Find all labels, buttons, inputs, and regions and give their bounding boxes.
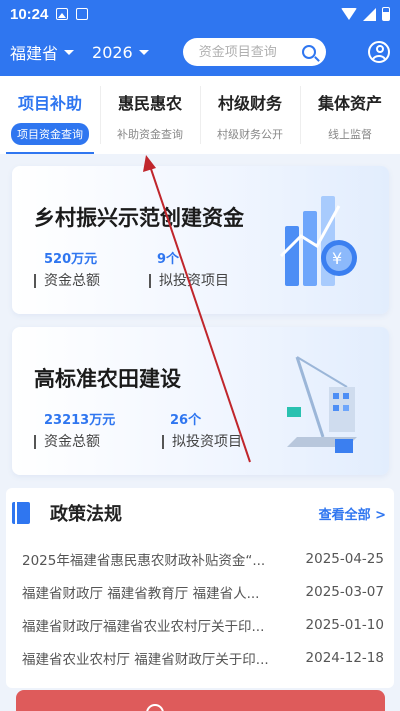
finance-chart-illustration-icon: ¥ <box>279 196 357 286</box>
policy-item-text: 2025年福建省惠民惠农财政补贴资金“... <box>22 552 266 569</box>
tab-project-subsidy[interactable]: 项目补助 项目资金查询 <box>0 76 100 154</box>
list-item[interactable]: 福建省农业农村厅 福建省财政厅关于印... 2024-12-18 <box>6 641 394 674</box>
tab-label: 村级财务 <box>217 94 282 113</box>
signal-icon <box>363 7 376 21</box>
tab-sublabel: 线上监督 <box>328 128 372 141</box>
tab-label: 惠民惠农 <box>117 94 182 113</box>
status-bar: 10:24 <box>0 0 400 28</box>
tab-sublabel: 村级财务公开 <box>217 128 283 141</box>
app-header: 福建省 2026 <box>0 28 400 76</box>
fund-card-rural-revitalization[interactable]: 乡村振兴示范创建资金 520万元 9个 资金总额 拟投资项目 ¥ <box>12 166 389 314</box>
policy-item-date: 2025-04-25 <box>305 550 384 567</box>
card-amount-label: 资金总额 <box>34 435 100 449</box>
chevron-down-icon <box>64 49 75 55</box>
gallery-notification-icon <box>56 8 69 20</box>
policy-list: 2025年福建省惠民惠农财政补贴资金“... 2025-04-25 福建省财政厅… <box>6 542 394 674</box>
search-icon[interactable] <box>301 45 316 59</box>
tab-collective-assets[interactable]: 集体资产 线上监督 <box>300 76 400 154</box>
card-count-label: 拟投资项目 <box>149 274 229 288</box>
card-amount-label: 资金总额 <box>34 274 100 288</box>
list-item[interactable]: 2025年福建省惠民惠农财政补贴资金“... 2025-04-25 <box>6 542 394 575</box>
tab-label: 项目补助 <box>17 94 82 113</box>
list-item[interactable]: 福建省财政厅 福建省教育厅 福建省人... 2025-03-07 <box>6 575 394 608</box>
card-title: 乡村振兴示范创建资金 <box>34 206 244 230</box>
chevron-down-icon <box>138 49 149 55</box>
search-box[interactable] <box>182 38 326 66</box>
tab-village-finance[interactable]: 村级财务 村级财务公开 <box>200 76 300 154</box>
tab-label: 集体资产 <box>317 94 382 113</box>
tab-sublabel: 补助资金查询 <box>117 128 183 141</box>
policy-item-date: 2024-12-18 <box>305 649 384 666</box>
wifi-icon <box>341 8 357 20</box>
battery-icon <box>382 7 390 21</box>
year-label: 2026 <box>92 42 133 62</box>
category-tabs: 项目补助 项目资金查询 惠民惠农 补助资金查询 村级财务 村级财务公开 集体资产… <box>0 76 400 154</box>
fund-card-farmland[interactable]: 高标准农田建设 23213万元 26个 资金总额 拟投资项目 <box>12 327 389 475</box>
list-item[interactable]: 福建省财政厅福建省农业农村厅关于印... 2025-01-10 <box>6 608 394 641</box>
status-time: 10:24 <box>10 5 49 23</box>
policy-item-text: 福建省农业农村厅 福建省财政厅关于印... <box>22 651 269 668</box>
policy-item-text: 福建省财政厅福建省农业农村厅关于印... <box>22 618 265 635</box>
action-icon <box>146 704 164 711</box>
policy-item-text: 福建省财政厅 福建省教育厅 福建省人... <box>22 585 260 602</box>
policy-item-date: 2025-03-07 <box>305 583 384 600</box>
policy-section: 政策法规 查看全部 > 2025年福建省惠民惠农财政补贴资金“... 2025-… <box>6 488 394 688</box>
card-amount: 520万元 <box>44 252 98 267</box>
year-selector[interactable]: 2026 <box>92 43 149 62</box>
book-icon <box>12 502 30 524</box>
user-profile-icon[interactable] <box>368 41 390 63</box>
svg-text:¥: ¥ <box>332 249 342 268</box>
card-count: 26个 <box>170 413 202 428</box>
view-all-link[interactable]: 查看全部 > <box>319 504 386 523</box>
province-selector[interactable]: 福建省 <box>10 40 75 64</box>
policy-item-date: 2025-01-10 <box>305 616 384 633</box>
card-amount: 23213万元 <box>44 413 116 428</box>
construction-illustration-icon <box>287 356 357 453</box>
card-count: 9个 <box>157 252 180 267</box>
tab-benefit-farmers[interactable]: 惠民惠农 补助资金查询 <box>100 76 200 154</box>
bottom-action-button[interactable] <box>16 690 385 711</box>
card-count-label: 拟投资项目 <box>162 435 242 449</box>
tab-sublabel: 项目资金查询 <box>11 123 89 145</box>
app-notification-icon <box>76 8 89 20</box>
province-label: 福建省 <box>10 44 59 63</box>
card-title: 高标准农田建设 <box>34 367 181 391</box>
policy-title: 政策法规 <box>50 504 122 525</box>
search-input[interactable] <box>198 44 299 60</box>
